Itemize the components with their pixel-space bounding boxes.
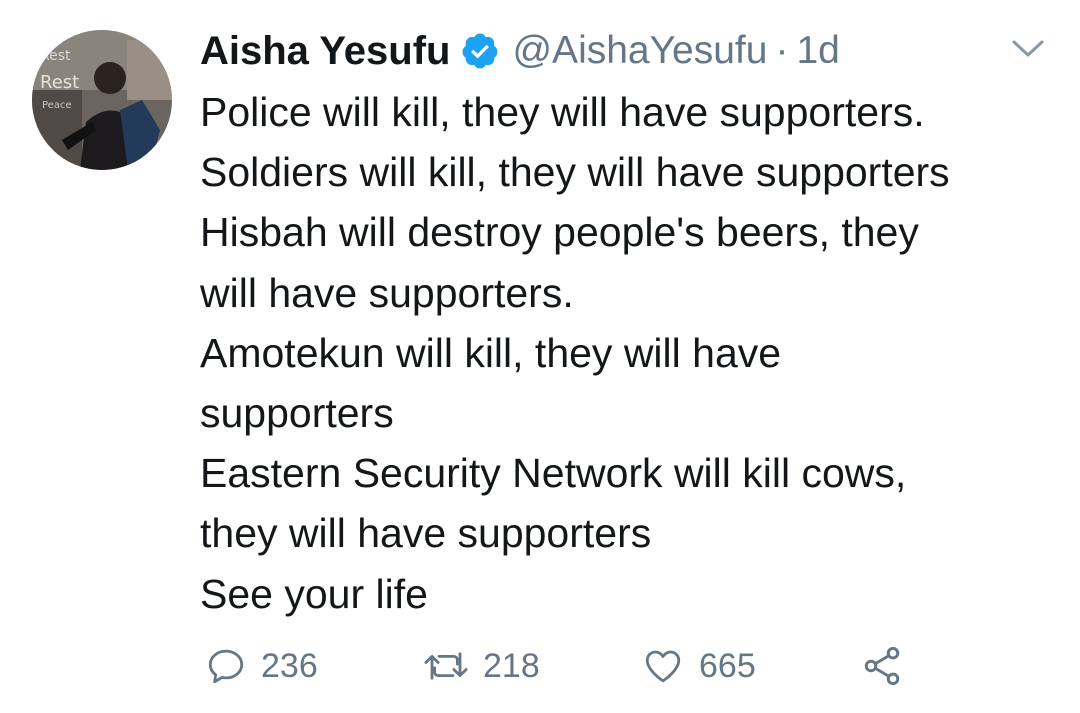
- tweet-header: Aisha Yesufu @AishaYesufu · 1d: [200, 26, 840, 76]
- tweet-line: Police will kill, they will have support…: [200, 89, 925, 135]
- tweet-line: Hisbah will destroy people's beers, they: [200, 209, 919, 256]
- reply-icon: [208, 649, 244, 684]
- tweet-timestamp[interactable]: 1d: [796, 29, 839, 73]
- tweet-line: Amotekun will kill, they will have: [200, 329, 782, 376]
- tweet-line: will have supporters.: [200, 269, 574, 316]
- svg-text:Peace: Peace: [42, 100, 72, 111]
- avatar-image: Rest Rest Peace: [32, 30, 172, 170]
- tweet-text: Police will kill, they will have support…: [200, 82, 1060, 624]
- tweet-line: they will have supporters: [200, 510, 652, 557]
- avatar[interactable]: Rest Rest Peace: [32, 30, 172, 170]
- tweet-line: supporters: [200, 390, 394, 437]
- share-button[interactable]: [860, 640, 904, 692]
- tweet-line: See your life: [200, 570, 428, 617]
- chevron-down-icon[interactable]: [1010, 38, 1046, 60]
- like-button[interactable]: 665: [641, 640, 756, 692]
- meta-separator: ·: [775, 29, 789, 72]
- reply-count: 236: [261, 646, 318, 685]
- tweet-line: Eastern Security Network will kill cows,: [200, 450, 907, 497]
- display-name[interactable]: Aisha Yesufu: [200, 29, 450, 74]
- heart-icon: [645, 650, 681, 683]
- svg-text:Rest: Rest: [40, 48, 71, 64]
- retweet-icon: [424, 652, 468, 680]
- like-count: 665: [699, 646, 756, 685]
- tweet-actions: 236 218 665: [205, 640, 925, 692]
- tweet-line: Soldiers will kill, they will have suppo…: [200, 149, 950, 196]
- verified-badge-icon: [462, 33, 498, 69]
- retweet-button[interactable]: 218: [423, 640, 540, 692]
- user-handle[interactable]: @AishaYesufu: [512, 29, 767, 73]
- svg-text:Rest: Rest: [40, 72, 79, 93]
- share-icon: [864, 646, 900, 686]
- reply-button[interactable]: 236: [205, 640, 318, 692]
- retweet-count: 218: [483, 646, 540, 685]
